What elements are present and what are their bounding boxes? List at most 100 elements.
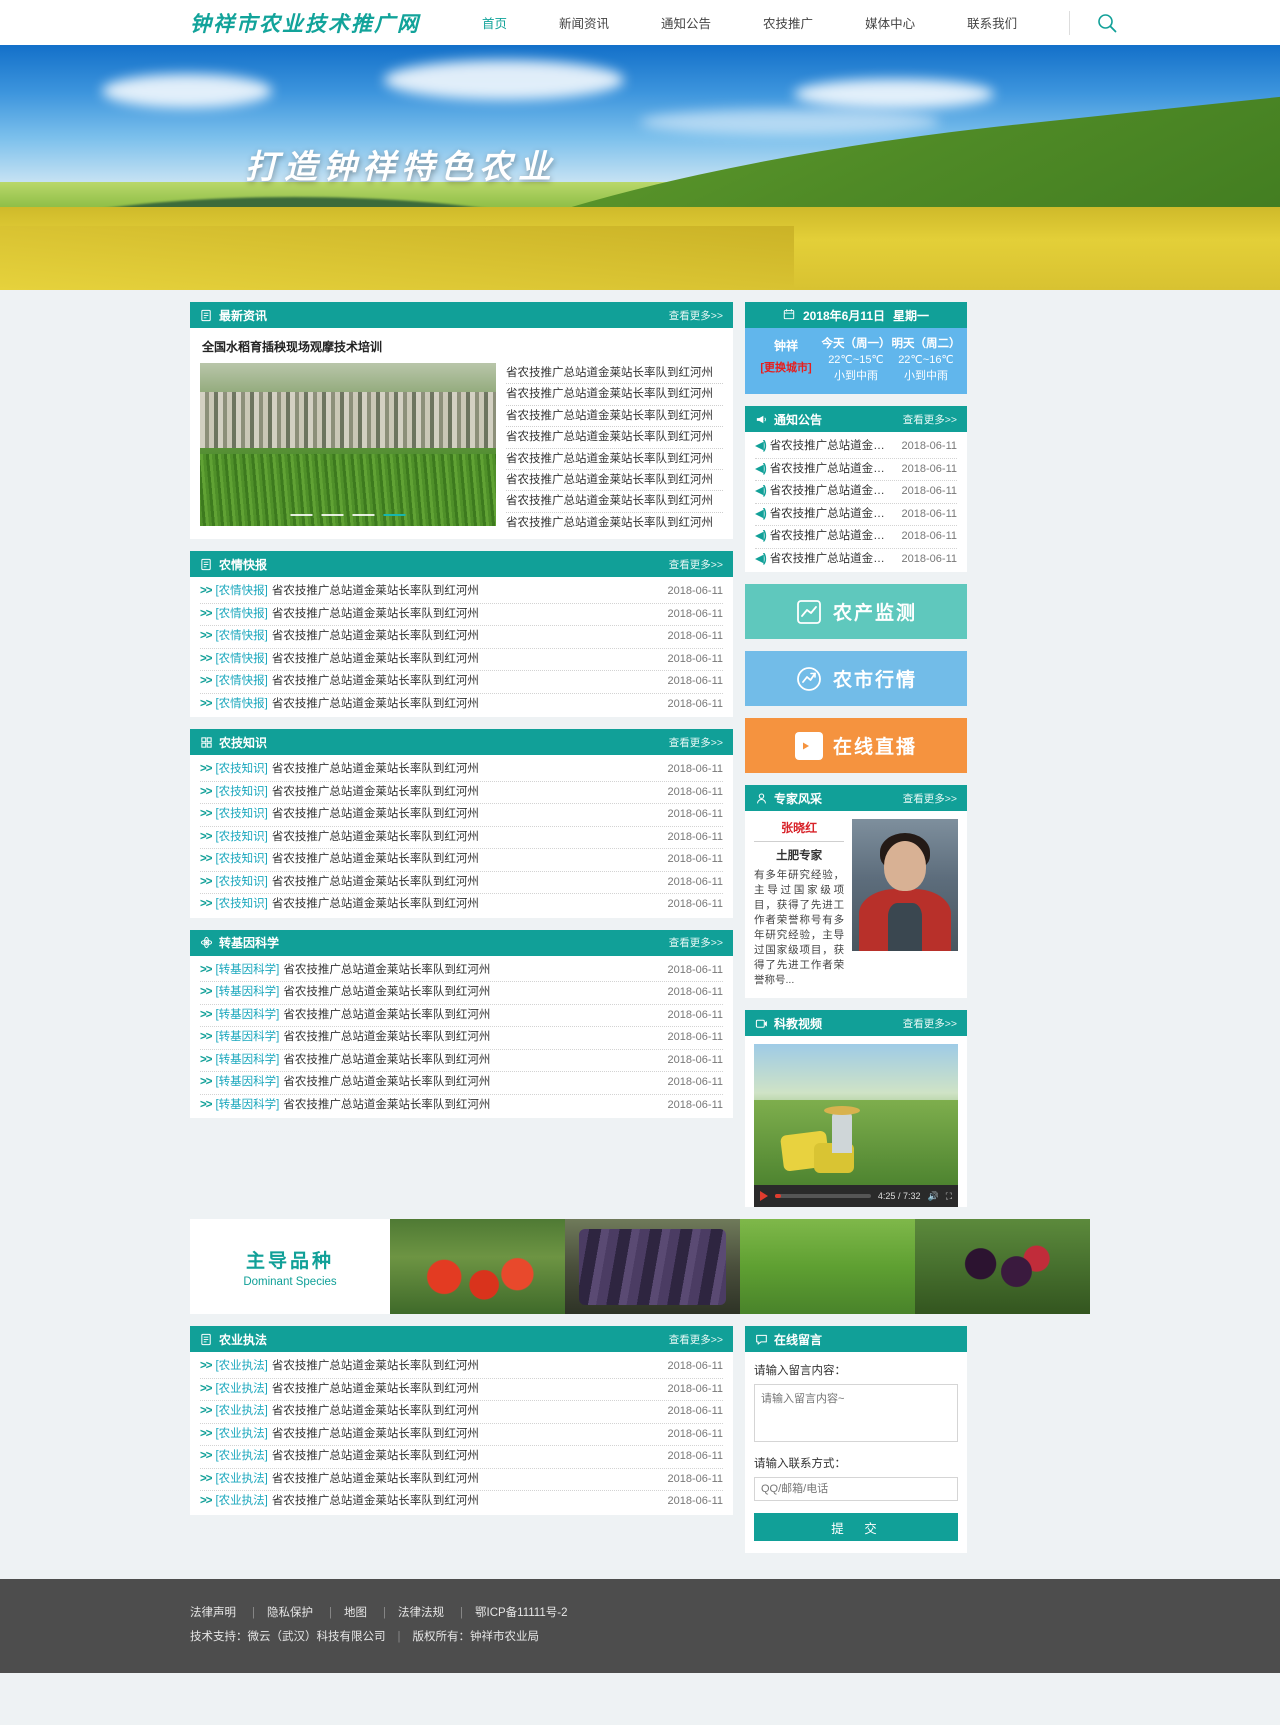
list-item[interactable]: 省农技推广总站道金莱站长率队到红河州 xyxy=(506,491,723,513)
nav-item-contact[interactable]: 联系我们 xyxy=(941,13,1043,32)
arrow-icon: >> xyxy=(200,630,212,643)
nav-item-home[interactable]: 首页 xyxy=(456,13,533,32)
list-item[interactable]: 省农技推广总站道金莱站长率队到红河州 xyxy=(506,470,723,492)
list-item[interactable]: >> [转基因科学] 省农技推广总站道金莱站长率队到红河州 2018-06-11 xyxy=(200,1095,723,1117)
item-date: 2018-06-11 xyxy=(901,530,957,542)
list-item[interactable]: >> [农技知识] 省农技推广总站道金莱站长率队到红河州 2018-06-11 xyxy=(200,827,723,850)
list-item[interactable]: >> [农情快报] 省农技推广总站道金莱站长率队到红河州 2018-06-11 xyxy=(200,649,723,672)
nav-item-news[interactable]: 新闻资讯 xyxy=(533,13,635,32)
more-link[interactable]: 查看更多>> xyxy=(669,308,723,323)
nav-item-agtech[interactable]: 农技推广 xyxy=(737,13,839,32)
more-link[interactable]: 查看更多>> xyxy=(669,735,723,750)
list-item[interactable]: >> [农业执法] 省农技推广总站道金莱站长率队到红河州 2018-06-11 xyxy=(200,1401,723,1424)
message-content-input[interactable] xyxy=(754,1384,958,1442)
list-item[interactable]: >> [转基因科学] 省农技推广总站道金莱站长率队到红河州 2018-06-11 xyxy=(200,982,723,1005)
list-item[interactable]: >> [转基因科学] 省农技推广总站道金莱站长率队到红河州 2018-06-11 xyxy=(200,960,723,983)
item-date: 2018-06-11 xyxy=(901,485,957,497)
volume-icon[interactable]: 🔊 xyxy=(927,1191,938,1202)
list-item[interactable]: >> [农业执法] 省农技推广总站道金莱站长率队到红河州 2018-06-11 xyxy=(200,1424,723,1446)
species-image-eggplant[interactable] xyxy=(565,1219,740,1314)
list-item[interactable]: >> [农技知识] 省农技推广总站道金莱站长率队到红河州 2018-06-11 xyxy=(200,759,723,782)
more-link[interactable]: 查看更多>> xyxy=(669,557,723,572)
fullscreen-icon[interactable]: ⛶ xyxy=(946,1191,952,1202)
species-image-tomato[interactable] xyxy=(390,1219,565,1314)
contact-input[interactable] xyxy=(754,1477,958,1501)
list-item[interactable]: ◀)省农技推广总站道金荣站长 2018-06-11 xyxy=(755,481,957,504)
category-tag: [农技知识] xyxy=(215,853,268,866)
list-item[interactable]: ◀)省农技推广总站道金荣站长 2018-06-11 xyxy=(755,526,957,549)
video-player[interactable]: 4:25 / 7:32 🔊 ⛶ xyxy=(754,1044,958,1207)
list-item[interactable]: 省农技推广总站道金莱站长率队到红河州 xyxy=(506,363,723,385)
list-item[interactable]: >> [农情快报] 省农技推广总站道金莱站长率队到红河州 2018-06-11 xyxy=(200,581,723,604)
carousel-dot[interactable] xyxy=(352,514,375,516)
species-image-mulberry[interactable] xyxy=(915,1219,1090,1314)
footer-link-map[interactable]: 地图 xyxy=(344,1607,367,1619)
list-item[interactable]: 省农技推广总站道金莱站长率队到红河州 xyxy=(506,384,723,406)
list-item[interactable]: ◀)省农技推广总站道金荣站长 2018-06-11 xyxy=(755,459,957,481)
list-item[interactable]: >> [转基因科学] 省农技推广总站道金莱站长率队到红河州 2018-06-11 xyxy=(200,1027,723,1050)
more-link[interactable]: 查看更多>> xyxy=(669,1332,723,1347)
list-item[interactable]: >> [农情快报] 省农技推广总站道金莱站长率队到红河州 2018-06-11 xyxy=(200,626,723,649)
species-image-greens[interactable] xyxy=(740,1219,915,1314)
list-item[interactable]: >> [转基因科学] 省农技推广总站道金莱站长率队到红河州 2018-06-11 xyxy=(200,1005,723,1028)
list-item[interactable]: >> [转基因科学] 省农技推广总站道金莱站长率队到红河州 2018-06-11 xyxy=(200,1072,723,1095)
more-link[interactable]: 查看更多>> xyxy=(669,935,723,950)
button-agri-monitor[interactable]: 农产监测 xyxy=(745,584,967,639)
video-controls[interactable]: 4:25 / 7:32 🔊 ⛶ xyxy=(754,1185,958,1207)
list-item[interactable]: >> [转基因科学] 省农技推广总站道金莱站长率队到红河州 2018-06-11 xyxy=(200,1050,723,1073)
list-item[interactable]: >> [农技知识] 省农技推广总站道金莱站长率队到红河州 2018-06-11 xyxy=(200,894,723,916)
item-title: 省农技推广总站道金莱站长率队到红河州 xyxy=(271,1427,479,1440)
feature-image[interactable] xyxy=(200,363,496,526)
list-item[interactable]: >> [农业执法] 省农技推广总站道金莱站长率队到红河州 2018-06-11 xyxy=(200,1356,723,1379)
category-tag: [农情快报] xyxy=(215,585,268,598)
list-item[interactable]: 省农技推广总站道金莱站长率队到红河州 xyxy=(506,513,723,533)
list-item[interactable]: >> [农情快报] 省农技推广总站道金莱站长率队到红河州 2018-06-11 xyxy=(200,694,723,716)
button-market-prices[interactable]: 农市行情 xyxy=(745,651,967,706)
list-item[interactable]: 省农技推广总站道金莱站长率队到红河州 xyxy=(506,427,723,449)
progress-bar[interactable] xyxy=(775,1194,871,1198)
list-item[interactable]: ◀)省农技推广总站道金荣站长 2018-06-11 xyxy=(755,504,957,526)
carousel-dot[interactable] xyxy=(321,514,344,516)
item-title: 省农技推广总站道金荣站长 xyxy=(769,530,892,542)
list-item[interactable]: >> [农业执法] 省农技推广总站道金莱站长率队到红河州 2018-06-11 xyxy=(200,1491,723,1513)
list-item[interactable]: ◀)省农技推广总站道金荣站长 2018-06-11 xyxy=(755,436,957,459)
submit-button[interactable]: 提 交 xyxy=(754,1513,958,1541)
footer-link-legal[interactable]: 法律声明 xyxy=(190,1607,236,1619)
panel-expert: 专家风采 查看更多>> 张晓红 土肥专家 有多年研究经验，主导过国家级项目，获得… xyxy=(745,785,967,998)
more-link[interactable]: 查看更多>> xyxy=(903,791,957,806)
feature-headline[interactable]: 全国水稻育插秧现场观摩技术培训 xyxy=(200,336,723,363)
category-tag: [农情快报] xyxy=(215,607,268,620)
nav-item-notices[interactable]: 通知公告 xyxy=(635,13,737,32)
list-item[interactable]: 省农技推广总站道金莱站长率队到红河州 xyxy=(506,406,723,428)
button-live-stream[interactable]: 在线直播 xyxy=(745,718,967,773)
change-city-link[interactable]: [更换城市] xyxy=(751,360,821,376)
list-item[interactable]: >> [农业执法] 省农技推广总站道金莱站长率队到红河州 2018-06-11 xyxy=(200,1379,723,1401)
list-item[interactable]: >> [农情快报] 省农技推广总站道金莱站长率队到红河州 2018-06-11 xyxy=(200,604,723,627)
list-item[interactable]: >> [农技知识] 省农技推广总站道金莱站长率队到红河州 2018-06-11 xyxy=(200,872,723,895)
list-item[interactable]: ◀)省农技推广总站道金荣站长 2018-06-11 xyxy=(755,549,957,571)
play-icon[interactable] xyxy=(760,1191,768,1201)
megaphone-icon: ◀) xyxy=(755,530,767,542)
list-item[interactable]: >> [农技知识] 省农技推广总站道金莱站长率队到红河州 2018-06-11 xyxy=(200,782,723,805)
carousel-dot[interactable] xyxy=(290,514,313,516)
more-link[interactable]: 查看更多>> xyxy=(903,412,957,427)
right-column: 2018年6月11日 星期一 钟祥 [更换城市] 今天（周一） 22℃~15℃ … xyxy=(745,302,967,1219)
panel-farm-report: 农情快报 查看更多>> >> [农情快报] 省农技推广总站道金莱站长率队到红河州 20… xyxy=(190,551,733,718)
item-title: 省农技推广总站道金莱站长率队到红河州 xyxy=(271,830,479,843)
chart-icon xyxy=(795,598,823,626)
list-item[interactable]: >> [农技知识] 省农技推广总站道金莱站长率队到红河州 2018-06-11 xyxy=(200,849,723,872)
expert-name[interactable]: 张晓红 xyxy=(754,819,845,842)
footer-icp[interactable]: 鄂ICP备11111号-2 xyxy=(475,1607,567,1619)
site-logo[interactable]: 钟祥市农业技术推广网 xyxy=(190,8,420,38)
list-item[interactable]: >> [农业执法] 省农技推广总站道金莱站长率队到红河州 2018-06-11 xyxy=(200,1446,723,1469)
more-link[interactable]: 查看更多>> xyxy=(903,1016,957,1031)
list-item[interactable]: >> [农情快报] 省农技推广总站道金莱站长率队到红河州 2018-06-11 xyxy=(200,671,723,694)
nav-item-media[interactable]: 媒体中心 xyxy=(839,13,941,32)
search-icon[interactable] xyxy=(1096,12,1118,34)
list-item[interactable]: 省农技推广总站道金莱站长率队到红河州 xyxy=(506,449,723,471)
list-item[interactable]: >> [农技知识] 省农技推广总站道金莱站长率队到红河州 2018-06-11 xyxy=(200,804,723,827)
footer-link-privacy[interactable]: 隐私保护 xyxy=(267,1607,313,1619)
carousel-dot-active[interactable] xyxy=(383,514,406,516)
list-item[interactable]: >> [农业执法] 省农技推广总站道金莱站长率队到红河州 2018-06-11 xyxy=(200,1469,723,1491)
footer-link-regulations[interactable]: 法律法规 xyxy=(398,1607,444,1619)
